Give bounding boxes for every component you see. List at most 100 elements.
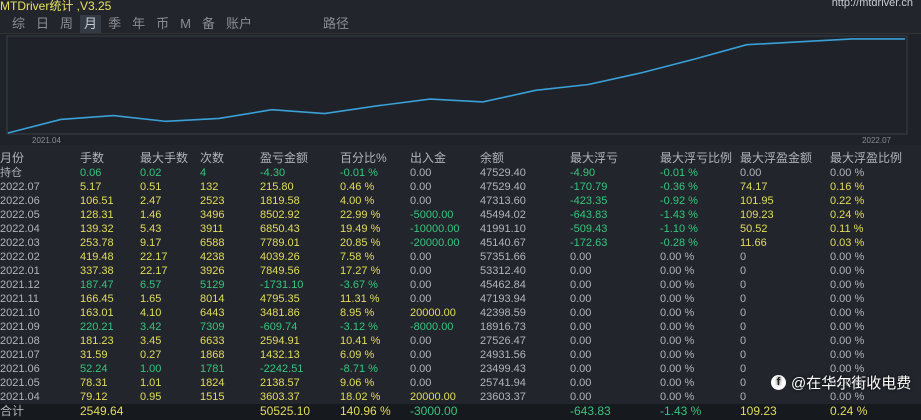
table-row: 2022.05 128.31 1.46 3496 8502.92 22.99 % -5000… (0, 208, 921, 222)
table-row: 2022.02 419.48 22.17 4238 4039.26 7.58 % 0.00 5… (0, 250, 921, 264)
cell-4: -609.74 (260, 321, 298, 333)
cell-4: -1731.10 (260, 279, 304, 291)
cell-1: 5.17 (80, 181, 102, 193)
cell-4: 2594.91 (260, 335, 300, 347)
facebook-icon: f (771, 375, 786, 390)
cell-4: -2242.51 (260, 363, 304, 375)
tab-3[interactable]: 月 (80, 15, 102, 33)
cell-1: 187.47 (80, 279, 114, 291)
cell-6: -5000.00 (410, 209, 454, 221)
cell-2: 9.17 (140, 237, 162, 249)
x-axis-end-label: 2022.07 (862, 136, 891, 145)
cell-5: -3.67 % (340, 279, 378, 291)
cell-0: 2022.06 (0, 195, 40, 207)
tab-7[interactable]: M (176, 15, 195, 33)
cell-9: -0.28 % (660, 237, 698, 249)
cell-7: 47529.40 (480, 167, 526, 179)
cell-3: 1781 (200, 363, 225, 375)
cell-0: 2021.04 (0, 391, 40, 403)
cell-0: 2021.10 (0, 307, 40, 319)
cell-6: 0.00 (410, 377, 432, 389)
cell-1: 181.23 (80, 335, 114, 347)
cell-11: 0.16 % (830, 181, 865, 193)
cell-9: -0.01 % (660, 167, 698, 179)
cell-8: -643.83 (570, 209, 608, 221)
cell-7: 42398.59 (480, 307, 526, 319)
cell-9: 0.00 % (660, 363, 695, 375)
cell-6: 0.00 (410, 293, 432, 305)
cell-0: 2021.06 (0, 363, 40, 375)
tab-0[interactable]: 综 (8, 15, 29, 33)
tab-1[interactable]: 日 (32, 15, 53, 33)
cell-7: 53312.40 (480, 265, 526, 277)
cell-1: 220.21 (80, 321, 114, 333)
cell-5: 6.09 % (340, 349, 375, 361)
cell-9: 0.00 % (660, 293, 695, 305)
cell-11: 0.00 % (830, 335, 865, 347)
cell-1: 337.38 (80, 265, 114, 277)
cell-5: -3.12 % (340, 321, 378, 333)
cell-8: 0.00 (570, 307, 592, 319)
cell-2: 0.02 (140, 167, 162, 179)
cell-5: 7.58 % (340, 251, 375, 263)
cell-5: 18.02 % (340, 391, 381, 403)
tab-4[interactable]: 季 (104, 15, 125, 33)
cell-4: 3603.37 (260, 391, 300, 403)
cell-3: 4238 (200, 251, 225, 263)
cell-8: -172.63 (570, 237, 608, 249)
cell-3: 3926 (200, 265, 225, 277)
cell-3: 2523 (200, 195, 225, 207)
cell-6: -10000.00 (410, 223, 460, 235)
cell-7: 24931.56 (480, 349, 526, 361)
cell-7: 45140.67 (480, 237, 526, 249)
cell-7: 41991.10 (480, 223, 526, 235)
cell-10: 0 (740, 265, 747, 277)
cell-10: 0 (740, 279, 747, 291)
cell-9: 0.00 % (660, 335, 695, 347)
cell-6: 0.00 (410, 195, 432, 207)
cell-3: 3496 (200, 209, 225, 221)
cell-5: 百分比% (340, 151, 387, 165)
cell-5: 11.31 % (340, 293, 380, 305)
cell-8: 0.00 (570, 293, 592, 305)
cell-2: 5.43 (140, 223, 162, 235)
cell-6: 0.00 (410, 181, 432, 193)
cell-6: 0.00 (410, 349, 432, 361)
cell-3: 1515 (200, 391, 225, 403)
cell-5: 0.46 % (340, 181, 375, 193)
cell-2: 3.45 (140, 335, 162, 347)
cell-1: 52.24 (80, 363, 108, 375)
cell-9: 0.00 % (660, 391, 695, 403)
cell-2: 1.46 (140, 209, 162, 221)
table-row: 2021.07 31.59 0.27 1868 1432.13 6.09 % 0.00 249… (0, 348, 921, 362)
cell-5: 8.95 % (340, 307, 375, 319)
table-total-row: 合计 2549.64 50525.10 140.96 % -3000.00 -643.83… (0, 404, 921, 420)
cell-10: 最大浮盈金额 (740, 151, 813, 165)
cell-6: 0.00 (410, 167, 432, 179)
tab-8[interactable]: 备 (198, 15, 219, 33)
cell-5: 4.00 % (340, 195, 375, 207)
tab-2[interactable]: 周 (56, 15, 77, 33)
cell-11: 0.00 % (830, 293, 865, 305)
period-tabs: 综日周月季年币 M 备账户 路径 (8, 15, 356, 33)
cell-8: -509.43 (570, 223, 608, 235)
cell-2: 0.27 (140, 349, 162, 361)
cell-8: 0.00 (570, 363, 592, 375)
cell-0: 持仓 (0, 167, 22, 179)
tab-9[interactable]: 账户 (222, 15, 256, 33)
table-row: 2022.07 5.17 0.51 132 215.80 0.46 % 0.00 47529.… (0, 180, 921, 194)
cell-9: 0.00 % (660, 349, 695, 361)
tab-6[interactable]: 币 (152, 15, 173, 33)
cell-10: 0 (740, 349, 747, 361)
website-link[interactable]: http://mtdriver.cn (832, 0, 913, 9)
cell-11: 最大浮盈比例 (830, 151, 903, 165)
cell-10: 0 (740, 363, 747, 375)
cell-6: 0.00 (410, 279, 432, 291)
tab-10[interactable]: 路径 (319, 15, 353, 33)
cell-6: 0.00 (410, 265, 432, 277)
cell-10: 0 (740, 307, 747, 319)
cell-1: 139.32 (80, 223, 114, 235)
tab-5[interactable]: 年 (128, 15, 149, 33)
cell-11: 0.00 % (830, 307, 865, 319)
cell-10: 11.66 (740, 237, 767, 249)
